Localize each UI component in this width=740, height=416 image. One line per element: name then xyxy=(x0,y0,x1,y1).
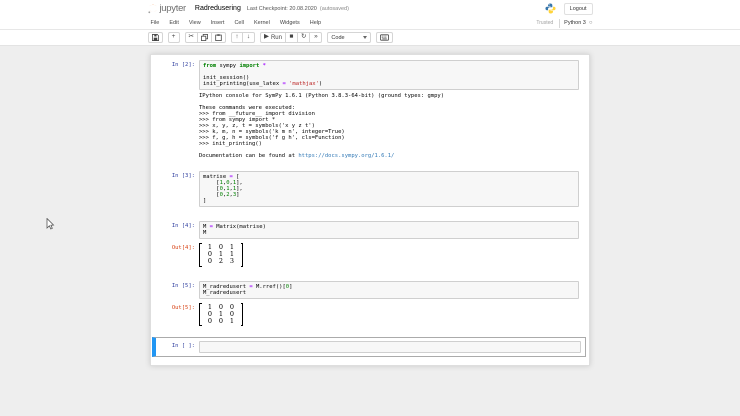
toolbar: + ✂ ↑ ↓ ▶ Run ■ ↻ » Code xyxy=(0,30,740,46)
code-input-4[interactable]: M_radredusert = M.rref()[0] M_radredusert xyxy=(199,280,579,299)
matrix: 101011023 xyxy=(199,243,243,267)
notebook-container: In [2]: from sympy import * init_session… xyxy=(150,54,590,367)
matrix-output-2: 100010001 xyxy=(199,302,243,332)
input-prompt: In [2]: xyxy=(171,62,195,68)
code-input-2[interactable]: matrise = [ [1,0,1], [0,1,1], [0,2,3]] xyxy=(199,171,579,207)
kernel-idle-icon: ○ xyxy=(588,20,593,26)
notebook-title[interactable]: Radredusering xyxy=(195,5,241,12)
menu-kernel[interactable]: Kernel xyxy=(249,20,275,26)
menu-insert[interactable]: Insert xyxy=(206,20,230,26)
move-cell-down-button[interactable]: ↓ xyxy=(242,32,255,43)
input-prompt: In [ ]: xyxy=(171,343,195,350)
output-prompt: Out[5]: xyxy=(171,304,195,311)
jupyter-logo[interactable]: jupyter xyxy=(147,3,187,14)
menu-help[interactable]: Help xyxy=(305,20,326,26)
code-cell-3: In [4]: M = Matrix(matrise) M Out[4]: 101… xyxy=(151,219,589,272)
run-label: Run xyxy=(270,34,282,41)
arrow-down-icon: ↓ xyxy=(246,33,251,41)
code-cell-2: In [3]: matrise = [ [1,0,1], [0,1,1], [0… xyxy=(151,169,589,207)
console-output-1: IPython console for SymPy 1.6.1 (Python … xyxy=(199,93,445,99)
run-button[interactable]: ▶ Run xyxy=(259,32,286,43)
notebook-area: In [2]: from sympy import * init_session… xyxy=(0,46,740,416)
copy-icon xyxy=(200,34,208,41)
autosave-status: (autosaved) xyxy=(319,5,349,12)
floppy-icon xyxy=(151,34,159,41)
code-cell-4: In [5]: M_radredusert = M.rref()[0] M_rad… xyxy=(151,279,589,332)
input-prompt: In [4]: xyxy=(171,223,195,229)
trusted-badge: Trusted xyxy=(536,20,554,26)
chevron-down-icon xyxy=(363,36,368,39)
kernel-name: Python 3 xyxy=(564,20,586,26)
code-input-3[interactable]: M = Matrix(matrise) M xyxy=(199,221,579,239)
insert-cell-button[interactable]: + xyxy=(167,32,180,43)
restart-run-all-button[interactable]: » xyxy=(310,32,323,43)
jupyter-moons-icon xyxy=(147,4,157,14)
code-input-5[interactable] xyxy=(199,341,581,354)
paste-cell-button[interactable] xyxy=(211,32,226,43)
step-forward-icon: ▶ xyxy=(263,33,269,41)
menu-file[interactable]: File xyxy=(148,20,165,26)
menu-view[interactable]: View xyxy=(184,20,206,26)
sympy-docs-link[interactable]: https://docs.sympy.org/1.6.1/ xyxy=(298,153,394,159)
stop-icon: ■ xyxy=(289,33,294,41)
menu-bar: File Edit View Insert Cell Kernel Widget… xyxy=(0,17,740,30)
output-prompt: Out[4]: xyxy=(171,245,195,251)
checkpoint-status: Last Checkpoint: 20.08.2020 xyxy=(246,5,317,12)
input-prompt: In [5]: xyxy=(171,282,195,289)
cut-cell-button[interactable]: ✂ xyxy=(184,32,198,43)
jupyter-logo-text: jupyter xyxy=(159,3,187,14)
menu-cell[interactable]: Cell xyxy=(229,20,248,26)
interrupt-kernel-button[interactable]: ■ xyxy=(285,32,298,43)
keyboard-icon xyxy=(380,34,390,41)
matrix-output-1: 101011023 xyxy=(199,242,243,272)
scissors-icon: ✂ xyxy=(188,33,194,41)
output-prompt-spacer xyxy=(152,105,199,107)
selected-empty-cell[interactable]: In [ ]: xyxy=(152,337,586,358)
python-logo-icon xyxy=(545,3,556,14)
restart-kernel-button[interactable]: ↻ xyxy=(297,32,311,43)
clipboard-icon xyxy=(215,34,222,41)
arrow-up-icon: ↑ xyxy=(235,33,239,41)
menu-widgets[interactable]: Widgets xyxy=(275,20,305,26)
refresh-icon: ↻ xyxy=(300,33,307,41)
jupyter-notebook-app: jupyter Radredusering Last Checkpoint: 2… xyxy=(0,0,740,416)
divider xyxy=(559,18,561,28)
menu-edit[interactable]: Edit xyxy=(164,20,183,26)
plus-icon: + xyxy=(171,33,176,41)
logout-button[interactable]: Logout xyxy=(563,2,593,15)
console-text: These commands were executed: >>> from _… xyxy=(199,105,345,159)
header-bar: jupyter Radredusering Last Checkpoint: 2… xyxy=(0,0,740,17)
copy-cell-button[interactable] xyxy=(197,32,212,43)
command-palette-button[interactable] xyxy=(376,32,394,43)
save-button[interactable] xyxy=(147,32,163,43)
output-prompt-spacer xyxy=(152,93,199,95)
cell-type-value: Code xyxy=(331,34,345,41)
matrix: 100010001 xyxy=(199,302,243,327)
code-cell-1: In [2]: from sympy import * init_session… xyxy=(151,58,589,159)
code-input-1[interactable]: from sympy import * init_session() init_p… xyxy=(199,60,579,90)
cell-type-select[interactable]: Code xyxy=(327,32,372,43)
fast-forward-icon: » xyxy=(314,33,318,41)
console-output-2: These commands were executed: >>> from _… xyxy=(199,105,579,159)
move-cell-up-button[interactable]: ↑ xyxy=(230,32,243,43)
input-prompt: In [3]: xyxy=(171,173,195,179)
